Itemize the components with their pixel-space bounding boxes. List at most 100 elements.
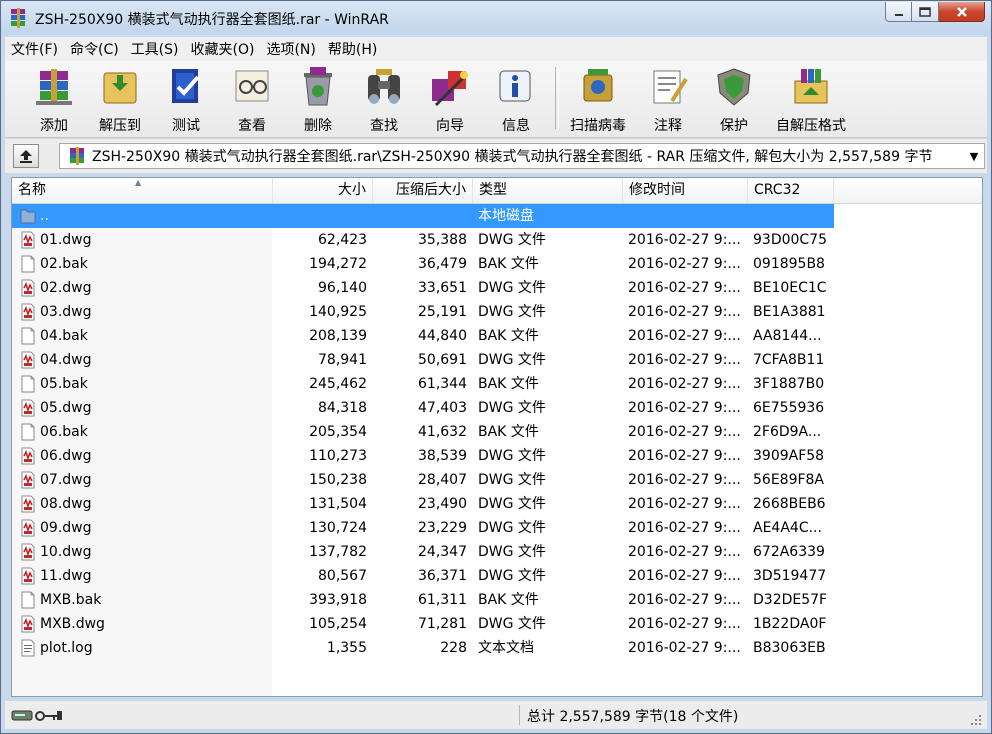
column-crc-label: CRC32	[754, 182, 801, 198]
file-row[interactable]: 02.bak 194,272 36,479 BAK 文件 2016-02-27 9:..…	[12, 252, 834, 276]
minimize-button[interactable]	[885, 2, 912, 22]
sfx-button[interactable]: 自解压格式	[771, 63, 851, 135]
parent-folder-row[interactable]: .. 本地磁盘	[12, 204, 834, 228]
file-row[interactable]: 05.bak 245,462 61,344 BAK 文件 2016-02-27 9:..…	[12, 372, 834, 396]
chevron-down-icon[interactable]: ▼	[964, 150, 984, 163]
cell-packed-size: 38,539	[418, 448, 467, 464]
file-row[interactable]: 03.dwg 140,925 25,191 DWG 文件 2016-02-27 9:..…	[12, 300, 834, 324]
delete-label: 删除	[304, 118, 332, 134]
menu-help[interactable]: 帮助(H)	[322, 39, 383, 59]
file-row[interactable]: 06.dwg 110,273 38,539 DWG 文件 2016-02-27 9:..…	[12, 444, 834, 468]
cell-name: 10.dwg	[40, 544, 92, 560]
window-controls	[885, 2, 985, 24]
path-dropdown[interactable]: ZSH-250X90 横装式气动执行器全套图纸.rar\ZSH-250X90 横…	[59, 143, 985, 169]
maximize-button[interactable]	[912, 2, 939, 22]
cell-type: DWG 文件	[478, 544, 546, 560]
menu-file[interactable]: 文件(F)	[5, 39, 64, 59]
cell-packed-size: 28,407	[418, 472, 467, 488]
file-row[interactable]: 11.dwg 80,567 36,371 DWG 文件 2016-02-27 9:...…	[12, 564, 834, 588]
file-row[interactable]: 01.dwg 62,423 35,388 DWG 文件 2016-02-27 9:...…	[12, 228, 834, 252]
virus-scan-button[interactable]: 扫描病毒	[565, 63, 631, 135]
file-row[interactable]: 09.dwg 130,724 23,229 DWG 文件 2016-02-27 9:..…	[12, 516, 834, 540]
cell-size: 105,254	[309, 616, 367, 632]
cell-size: 96,140	[318, 280, 367, 296]
cell-name: 07.dwg	[40, 472, 92, 488]
title-bar[interactable]: ZSH-250X90 横装式气动执行器全套图纸.rar - WinRAR	[1, 1, 991, 35]
file-row[interactable]: MXB.bak 393,918 61,311 BAK 文件 2016-02-27 9:.…	[12, 588, 834, 612]
cell-size: 130,724	[309, 520, 367, 536]
file-row[interactable]: 04.bak 208,139 44,840 BAK 文件 2016-02-27 9:..…	[12, 324, 834, 348]
cell-type: BAK 文件	[478, 592, 539, 608]
winrar-window: ZSH-250X90 横装式气动执行器全套图纸.rar - WinRAR 文件(…	[0, 0, 992, 734]
file-row[interactable]: 05.dwg 84,318 47,403 DWG 文件 2016-02-27 9:...…	[12, 396, 834, 420]
cell-size: 140,925	[309, 304, 367, 320]
column-type[interactable]: 类型	[473, 178, 623, 203]
find-button[interactable]: 查找	[351, 63, 417, 135]
cell-name: 06.dwg	[40, 448, 92, 464]
resize-grip-icon[interactable]	[971, 715, 981, 725]
cell-crc32: BE1A3881	[753, 304, 826, 320]
file-row[interactable]: 06.bak 205,354 41,632 BAK 文件 2016-02-27 9:..…	[12, 420, 834, 444]
column-size[interactable]: 大小	[273, 178, 373, 203]
cell-size: 208,139	[309, 328, 367, 344]
dwg-file-icon	[21, 543, 35, 561]
protect-button[interactable]: 保护	[701, 63, 767, 135]
add-button[interactable]: 添加	[21, 63, 87, 135]
column-packed-size[interactable]: 压缩后大小	[373, 178, 473, 203]
file-row[interactable]: 04.dwg 78,941 50,691 DWG 文件 2016-02-27 9:...…	[12, 348, 834, 372]
delete-icon	[304, 67, 332, 106]
delete-button[interactable]: 删除	[285, 63, 351, 135]
blank-file-icon	[21, 255, 35, 273]
menu-tools[interactable]: 工具(S)	[125, 39, 185, 59]
cell-crc32: 6E755936	[753, 400, 825, 416]
cell-packed-size: 23,229	[418, 520, 467, 536]
comment-button[interactable]: 注释	[635, 63, 701, 135]
cell-modified	[628, 204, 748, 228]
cell-packed-size: 36,371	[418, 568, 467, 584]
column-modified[interactable]: 修改时间	[623, 178, 748, 203]
winrar-app-icon	[11, 8, 25, 28]
protect-icon	[717, 68, 751, 106]
rar-archive-icon	[70, 147, 84, 165]
cell-packed-size: 228	[440, 640, 467, 656]
menu-favorites[interactable]: 收藏夹(O)	[185, 39, 261, 59]
cell-modified: 2016-02-27 9:...	[628, 424, 741, 440]
cell-name: 08.dwg	[40, 496, 92, 512]
cell-crc32: 2F6D9A...	[753, 424, 822, 440]
file-row[interactable]: 10.dwg 137,782 24,347 DWG 文件 2016-02-27 9:..…	[12, 540, 834, 564]
test-button[interactable]: 测试	[153, 63, 219, 135]
cell-modified: 2016-02-27 9:...	[628, 520, 741, 536]
view-button[interactable]: 查看	[219, 63, 285, 135]
cell-modified: 2016-02-27 9:...	[628, 400, 741, 416]
cell-packed-size: 47,403	[418, 400, 467, 416]
column-name[interactable]: 名称	[12, 178, 273, 203]
wizard-button[interactable]: 向导	[417, 63, 483, 135]
info-button[interactable]: 信息	[483, 63, 549, 135]
menu-options[interactable]: 选项(N)	[260, 39, 321, 59]
file-row[interactable]: MXB.dwg 105,254 71,281 DWG 文件 2016-02-27 9:.…	[12, 612, 834, 636]
extract-to-button[interactable]: 解压到	[87, 63, 153, 135]
cell-crc32: D32DE57F	[753, 592, 828, 608]
cell-modified: 2016-02-27 9:...	[628, 328, 741, 344]
cell-modified: 2016-02-27 9:...	[628, 232, 741, 248]
cell-crc32: AA8144...	[753, 328, 822, 344]
cell-name: 01.dwg	[40, 232, 92, 248]
column-crc32[interactable]: CRC32	[748, 178, 834, 203]
cell-modified: 2016-02-27 9:...	[628, 352, 741, 368]
file-row[interactable]: 02.dwg 96,140 33,651 DWG 文件 2016-02-27 9:...…	[12, 276, 834, 300]
menu-commands[interactable]: 命令(C)	[64, 39, 125, 59]
cell-crc32: 091895B8	[753, 256, 825, 272]
file-list[interactable]: 名称 ▲ 大小 压缩后大小 类型 修改时间 CRC32 .. 本地磁盘 01.dwg…	[11, 177, 983, 697]
close-icon	[956, 6, 967, 17]
up-folder-button[interactable]	[13, 144, 39, 168]
cell-type: BAK 文件	[478, 256, 539, 272]
test-icon	[172, 69, 200, 103]
file-row[interactable]: plot.log 1,355 228 文本文档 2016-02-27 9:... B830…	[12, 636, 834, 660]
file-row[interactable]: 07.dwg 150,238 28,407 DWG 文件 2016-02-27 9:..…	[12, 468, 834, 492]
sort-ascending-icon: ▲	[135, 178, 142, 187]
file-row[interactable]: 08.dwg 131,504 23,490 DWG 文件 2016-02-27 9:..…	[12, 492, 834, 516]
column-type-label: 类型	[479, 182, 507, 198]
close-button[interactable]	[939, 2, 985, 22]
cell-packed-size: 35,388	[418, 232, 467, 248]
cell-type: BAK 文件	[478, 376, 539, 392]
